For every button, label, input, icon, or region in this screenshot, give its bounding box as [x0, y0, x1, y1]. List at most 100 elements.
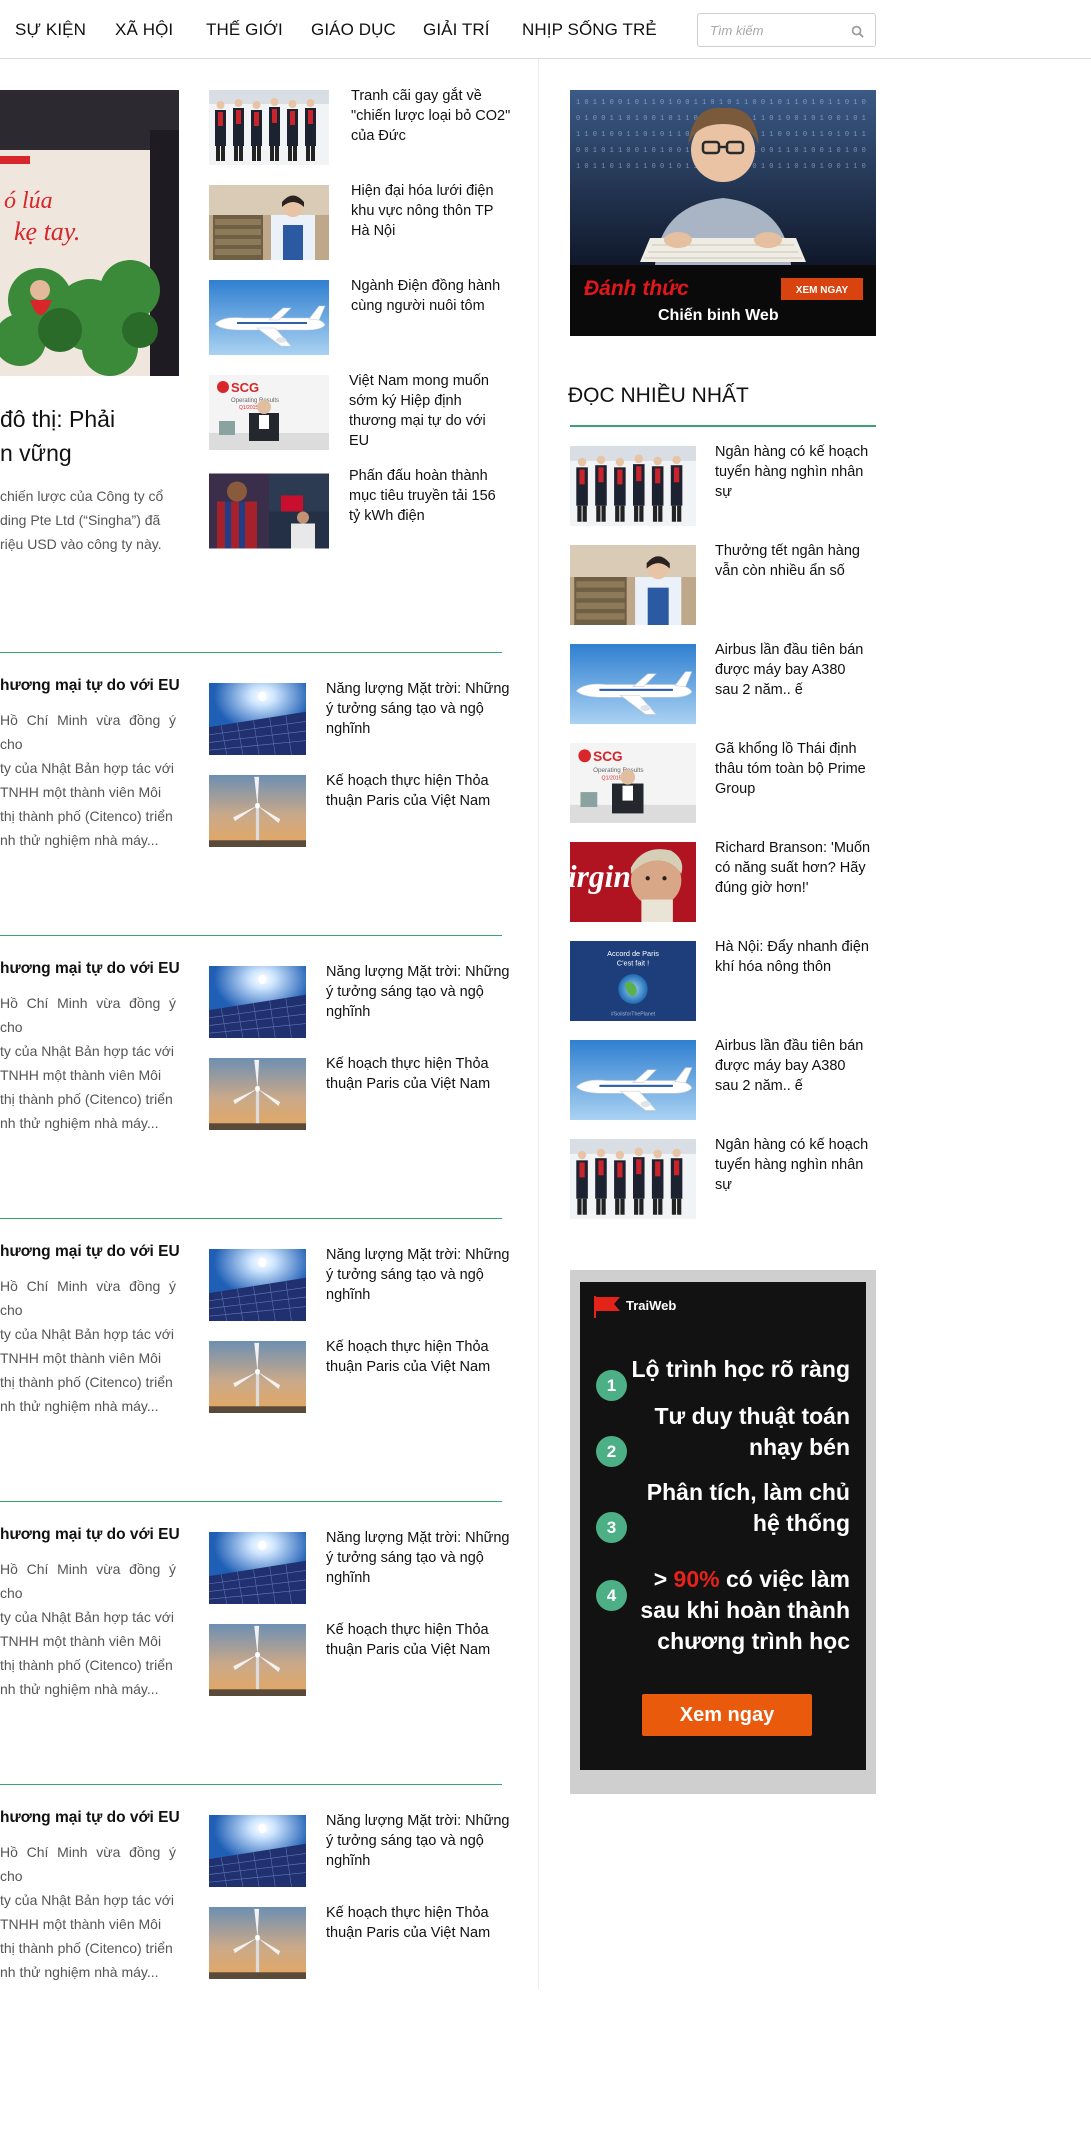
- story-headline[interactable]: hương mại tự do với EU: [0, 1243, 180, 1261]
- news-title[interactable]: Airbus lần đầu tiên bán được máy bay A38…: [715, 1036, 871, 1096]
- news-title[interactable]: Năng lượng Mặt trời: Những ý tưởng sáng …: [326, 1245, 511, 1305]
- step-number: 2: [596, 1436, 627, 1467]
- news-title[interactable]: Tranh cãi gay gắt về "chiến lược loại bỏ…: [351, 86, 511, 146]
- news-thumbnail[interactable]: [209, 375, 329, 450]
- story-excerpt: Hồ Chí Minh vừa đồng ý cho ty của Nhật Bả…: [0, 708, 176, 852]
- nav-item-nhip-song-tre[interactable]: NHỊP SỐNG TRẺ: [522, 20, 657, 40]
- news-title[interactable]: Năng lượng Mặt trời: Những ý tưởng sáng …: [326, 962, 511, 1022]
- news-thumbnail[interactable]: [209, 1907, 306, 1979]
- excerpt-line: nh thử nghiệm nhà máy...: [0, 1681, 159, 1697]
- news-title[interactable]: Airbus lần đầu tiên bán được máy bay A38…: [715, 640, 871, 700]
- news-title[interactable]: Kế hoạch thực hiện Thỏa thuận Paris của …: [326, 1903, 511, 1943]
- excerpt-line: thị thành phố (Citenco) triển: [0, 808, 173, 824]
- feature-excerpt: chiến lược của Công ty cổ ding Pte Ltd (…: [0, 484, 176, 556]
- step-number: 3: [596, 1512, 627, 1543]
- news-title[interactable]: Gã khổng lồ Thái định thâu tóm toàn bộ P…: [715, 739, 871, 799]
- excerpt-line: thị thành phố (Citenco) triển: [0, 1657, 173, 1673]
- ad-brand: TraiWeb: [626, 1298, 677, 1313]
- svg-text:Chiến binh Web: Chiến binh Web: [658, 307, 779, 324]
- news-title[interactable]: Richard Branson: 'Muốn có năng suất hơn?…: [715, 838, 871, 898]
- svg-text:Đánh thức: Đánh thức: [584, 277, 689, 300]
- news-thumbnail[interactable]: [209, 185, 329, 260]
- news-thumbnail[interactable]: [209, 1341, 306, 1413]
- step-number: 4: [596, 1580, 627, 1611]
- excerpt-line: TNHH một thành viên Môi: [0, 1633, 162, 1649]
- ad-cta-button[interactable]: Xem ngay: [642, 1694, 812, 1736]
- news-title[interactable]: Năng lượng Mặt trời: Những ý tưởng sáng …: [326, 679, 511, 739]
- news-thumbnail[interactable]: [570, 941, 696, 1021]
- news-title[interactable]: Năng lượng Mặt trời: Những ý tưởng sáng …: [326, 1811, 511, 1871]
- search-input[interactable]: [698, 14, 848, 46]
- news-title[interactable]: Năng lượng Mặt trời: Những ý tưởng sáng …: [326, 1528, 511, 1588]
- excerpt-line: ty của Nhật Bản hợp tác với: [0, 1326, 175, 1342]
- feature-title-line[interactable]: đô thị: Phải: [0, 402, 176, 436]
- excerpt-line: TNHH một thành viên Môi: [0, 1067, 162, 1083]
- most-read-heading: ĐỌC NHIỀU NHẤT: [568, 384, 749, 407]
- ad-banner-traiweb[interactable]: TraiWeb 1 Lộ trình học rõ ràng 2 Tư duy …: [570, 1270, 876, 1794]
- story-headline[interactable]: hương mại tự do với EU: [0, 1809, 180, 1827]
- news-title[interactable]: Hà Nội: Đẩy nhanh điện khí hóa nông thôn: [715, 937, 871, 977]
- news-title[interactable]: Ngân hàng có kế hoạch tuyển hàng nghìn n…: [715, 1135, 871, 1195]
- sidebar-divider: [538, 59, 539, 1989]
- feature-title[interactable]: đô thị: Phải n vững: [0, 402, 176, 470]
- news-thumbnail[interactable]: [570, 545, 696, 625]
- section-divider: [0, 1501, 502, 1502]
- excerpt-line: ty của Nhật Bản hợp tác với: [0, 1609, 175, 1625]
- nav-item-the-gioi[interactable]: THẾ GIỚI: [206, 20, 283, 40]
- news-thumbnail[interactable]: [209, 966, 306, 1038]
- ad-banner-chien-binh-web[interactable]: 1 0 1 1 0 0 1 0 1 1 0 1 0 0 1 1 0 1 0 1 …: [570, 90, 876, 336]
- news-thumbnail[interactable]: [570, 743, 696, 823]
- story-excerpt: Hồ Chí Minh vừa đồng ý cho ty của Nhật Bả…: [0, 991, 176, 1135]
- news-thumbnail[interactable]: [570, 1040, 696, 1120]
- news-title[interactable]: Kế hoạch thực hiện Thỏa thuận Paris của …: [326, 771, 511, 811]
- nav-item-giai-tri[interactable]: GIẢI TRÍ: [423, 20, 490, 40]
- excerpt-line: nh thử nghiệm nhà máy...: [0, 1115, 159, 1131]
- news-thumbnail[interactable]: [209, 280, 329, 355]
- news-thumbnail[interactable]: [570, 842, 696, 922]
- news-thumbnail[interactable]: [209, 470, 329, 552]
- search-icon[interactable]: [851, 25, 864, 38]
- news-thumbnail[interactable]: [570, 644, 696, 724]
- news-title[interactable]: Ngân hàng có kế hoạch tuyển hàng nghìn n…: [715, 442, 871, 502]
- news-title[interactable]: Thưởng tết ngân hàng vẫn còn nhiều ẩn số: [715, 541, 871, 581]
- ad-panel: TraiWeb 1 Lộ trình học rõ ràng 2 Tư duy …: [580, 1282, 866, 1770]
- news-thumbnail[interactable]: [570, 446, 696, 526]
- news-title[interactable]: Phấn đấu hoàn thành mục tiêu truyền tải …: [349, 466, 509, 526]
- news-thumbnail[interactable]: [570, 1139, 696, 1219]
- nav-item-xa-hoi[interactable]: XÃ HỘI: [115, 20, 173, 40]
- news-title[interactable]: Việt Nam mong muốn sớm ký Hiệp định thươ…: [349, 371, 509, 451]
- news-title[interactable]: Hiện đại hóa lưới điện khu vực nông thôn…: [351, 181, 511, 241]
- news-thumbnail[interactable]: [209, 1532, 306, 1604]
- story-excerpt: Hồ Chí Minh vừa đồng ý cho ty của Nhật Bả…: [0, 1840, 176, 1984]
- step-text: Lộ trình học rõ ràng: [631, 1356, 851, 1382]
- excerpt-line: Hồ Chí Minh vừa đồng ý cho: [0, 1278, 176, 1318]
- svg-text:1 0 1 1 0 0 1 0 1 1 0 1 0 0 1: 1 0 1 1 0 0 1 0 1 1 0 1 0 0 1 1 0 1 0 1 …: [576, 99, 866, 107]
- news-title[interactable]: Kế hoạch thực hiện Thỏa thuận Paris của …: [326, 1054, 511, 1094]
- excerpt-line: Hồ Chí Minh vừa đồng ý cho: [0, 1844, 176, 1884]
- news-title[interactable]: Kế hoạch thực hiện Thỏa thuận Paris của …: [326, 1337, 511, 1377]
- news-thumbnail[interactable]: [209, 775, 306, 847]
- step-text: Phân tích, làm chủ hệ thống: [646, 1479, 850, 1536]
- news-thumbnail[interactable]: [209, 1624, 306, 1696]
- story-headline[interactable]: hương mại tự do với EU: [0, 1526, 180, 1544]
- news-title[interactable]: Kế hoạch thực hiện Thỏa thuận Paris của …: [326, 1620, 511, 1660]
- excerpt-line: Hồ Chí Minh vừa đồng ý cho: [0, 1561, 176, 1601]
- news-thumbnail[interactable]: [209, 683, 306, 755]
- section-divider: [0, 1218, 502, 1219]
- feature-title-line[interactable]: n vững: [0, 436, 176, 470]
- story-headline[interactable]: hương mại tự do với EU: [0, 960, 180, 978]
- story-headline[interactable]: hương mại tự do với EU: [0, 677, 180, 695]
- flag-icon: [594, 1296, 620, 1318]
- feature-image[interactable]: ó lúa kẹ tay.: [0, 90, 179, 376]
- excerpt-line: thị thành phố (Citenco) triển: [0, 1940, 173, 1956]
- excerpt-line: thị thành phố (Citenco) triển: [0, 1091, 173, 1107]
- svg-text:XEM NGAY: XEM NGAY: [796, 285, 849, 296]
- news-thumbnail[interactable]: [209, 1058, 306, 1130]
- nav-item-su-kien[interactable]: SỰ KIỆN: [15, 20, 86, 40]
- nav-item-giao-duc[interactable]: GIÁO DỤC: [311, 20, 396, 40]
- step-number: 1: [596, 1370, 627, 1401]
- news-thumbnail[interactable]: [209, 1815, 306, 1887]
- news-thumbnail[interactable]: [209, 90, 329, 165]
- news-thumbnail[interactable]: [209, 1249, 306, 1321]
- news-title[interactable]: Ngành Điện đồng hành cùng người nuôi tôm: [351, 276, 511, 316]
